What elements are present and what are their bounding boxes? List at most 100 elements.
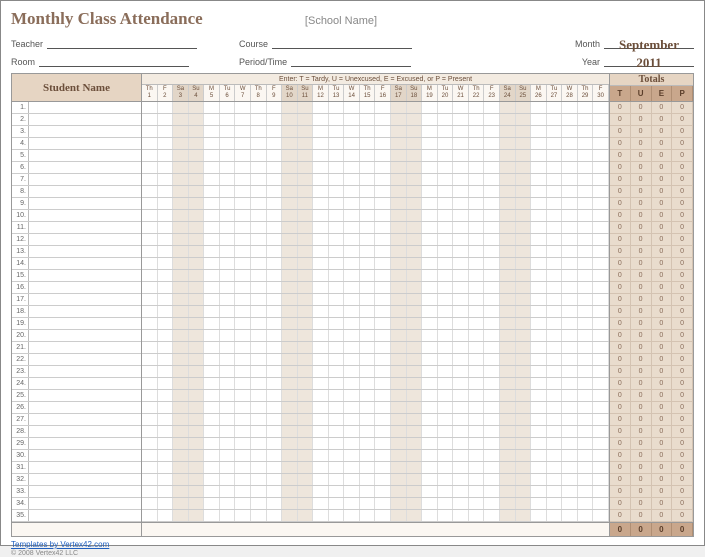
attendance-cell[interactable] [469,102,485,113]
attendance-cell[interactable] [407,498,423,509]
student-name-cell[interactable] [28,210,141,221]
attendance-cell[interactable] [391,474,407,485]
attendance-cell[interactable] [329,138,345,149]
attendance-cell[interactable] [547,258,563,269]
attendance-cell[interactable] [360,270,376,281]
attendance-cell[interactable] [484,462,500,473]
attendance-cell[interactable] [344,450,360,461]
attendance-cell[interactable] [142,402,158,413]
attendance-cell[interactable] [547,426,563,437]
attendance-cell[interactable] [531,330,547,341]
attendance-cell[interactable] [282,114,298,125]
attendance-cell[interactable] [469,294,485,305]
attendance-cell[interactable] [204,450,220,461]
attendance-cell[interactable] [313,402,329,413]
attendance-cell[interactable] [329,486,345,497]
attendance-cell[interactable] [547,150,563,161]
attendance-cell[interactable] [562,306,578,317]
attendance-cell[interactable] [282,414,298,425]
attendance-cell[interactable] [469,234,485,245]
student-name-cell[interactable] [28,138,141,149]
attendance-cell[interactable] [313,390,329,401]
attendance-cell[interactable] [267,294,283,305]
student-name-cell[interactable] [28,126,141,137]
attendance-cell[interactable] [173,174,189,185]
attendance-cell[interactable] [298,354,314,365]
attendance-cell[interactable] [204,354,220,365]
attendance-cell[interactable] [158,438,174,449]
attendance-cell[interactable] [453,426,469,437]
attendance-cell[interactable] [158,366,174,377]
attendance-cell[interactable] [422,426,438,437]
attendance-cell[interactable] [484,306,500,317]
attendance-cell[interactable] [578,138,594,149]
attendance-cell[interactable] [313,450,329,461]
attendance-cell[interactable] [267,270,283,281]
attendance-cell[interactable] [360,450,376,461]
attendance-cell[interactable] [593,378,609,389]
attendance-cell[interactable] [391,426,407,437]
attendance-cell[interactable] [142,222,158,233]
attendance-cell[interactable] [220,318,236,329]
attendance-cell[interactable] [469,486,485,497]
attendance-cell[interactable] [235,330,251,341]
attendance-cell[interactable] [298,150,314,161]
attendance-cell[interactable] [375,198,391,209]
attendance-cell[interactable] [251,474,267,485]
attendance-cell[interactable] [158,486,174,497]
attendance-cell[interactable] [189,198,205,209]
attendance-cell[interactable] [282,462,298,473]
attendance-cell[interactable] [469,318,485,329]
attendance-cell[interactable] [516,138,532,149]
attendance-cell[interactable] [360,354,376,365]
attendance-cell[interactable] [298,342,314,353]
student-name-cell[interactable] [28,150,141,161]
attendance-cell[interactable] [142,438,158,449]
attendance-cell[interactable] [593,510,609,521]
attendance-cell[interactable] [453,210,469,221]
attendance-cell[interactable] [220,294,236,305]
attendance-cell[interactable] [593,426,609,437]
attendance-cell[interactable] [516,174,532,185]
attendance-cell[interactable] [189,150,205,161]
attendance-cell[interactable] [267,318,283,329]
attendance-cell[interactable] [438,378,454,389]
student-name-cell[interactable] [28,198,141,209]
student-name-cell[interactable] [28,390,141,401]
attendance-cell[interactable] [391,234,407,245]
attendance-cell[interactable] [500,174,516,185]
attendance-cell[interactable] [329,354,345,365]
attendance-cell[interactable] [484,414,500,425]
attendance-cell[interactable] [298,450,314,461]
attendance-cell[interactable] [453,486,469,497]
attendance-cell[interactable] [593,342,609,353]
attendance-cell[interactable] [282,198,298,209]
attendance-cell[interactable] [484,186,500,197]
attendance-cell[interactable] [562,102,578,113]
attendance-cell[interactable] [360,390,376,401]
attendance-cell[interactable] [407,270,423,281]
attendance-cell[interactable] [484,258,500,269]
attendance-cell[interactable] [484,150,500,161]
attendance-cell[interactable] [516,150,532,161]
attendance-cell[interactable] [267,462,283,473]
attendance-cell[interactable] [453,234,469,245]
attendance-cell[interactable] [547,330,563,341]
attendance-cell[interactable] [344,138,360,149]
attendance-cell[interactable] [298,414,314,425]
attendance-cell[interactable] [578,318,594,329]
attendance-cell[interactable] [313,294,329,305]
attendance-cell[interactable] [204,186,220,197]
attendance-cell[interactable] [469,414,485,425]
attendance-cell[interactable] [158,390,174,401]
attendance-cell[interactable] [438,198,454,209]
attendance-cell[interactable] [422,222,438,233]
attendance-cell[interactable] [453,258,469,269]
attendance-cell[interactable] [282,438,298,449]
attendance-cell[interactable] [220,138,236,149]
attendance-cell[interactable] [235,366,251,377]
attendance-cell[interactable] [189,282,205,293]
attendance-cell[interactable] [391,402,407,413]
attendance-cell[interactable] [422,102,438,113]
attendance-cell[interactable] [484,450,500,461]
